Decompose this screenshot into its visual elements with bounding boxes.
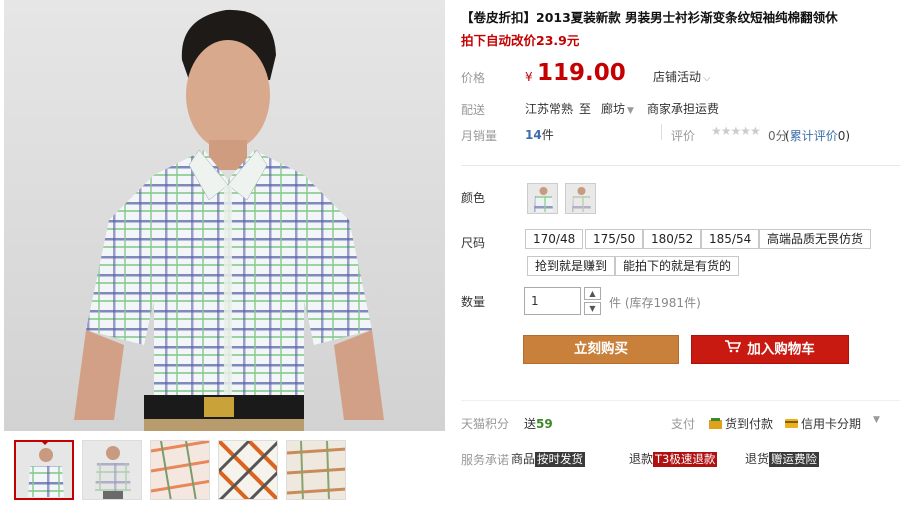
service-tag: T3极速退款	[653, 452, 718, 467]
buy-now-button[interactable]: 立刻购买	[523, 335, 679, 364]
main-product-image[interactable]	[4, 0, 445, 431]
service-prefix: 商品	[511, 452, 536, 466]
more-payment-chevron-icon[interactable]: ▼	[873, 415, 880, 425]
shipping-destination: 廊坊	[601, 102, 626, 116]
quantity-increase-button[interactable]: ▲	[584, 287, 601, 300]
monthly-sales-label: 月销量	[461, 129, 498, 143]
thumbnail-4[interactable]	[218, 440, 278, 500]
quantity-decrease-button[interactable]: ▼	[584, 302, 601, 315]
installment-label: 信用卡分期	[801, 417, 862, 431]
service-tag: 赠运费险	[769, 452, 820, 467]
service-prefix: 退款	[629, 452, 654, 466]
size-option[interactable]: 185/54	[701, 229, 760, 249]
price-currency: ¥	[525, 70, 533, 84]
color-label: 颜色	[461, 191, 486, 205]
quantity-unit: 件	[609, 296, 622, 310]
stock-count: (库存1981件)	[624, 296, 701, 310]
dropdown-arrow-icon: ▼	[627, 106, 634, 116]
thumbnail-3[interactable]	[150, 440, 210, 500]
quantity-label: 数量	[461, 295, 486, 309]
rating-stars-icon: ★★★★★	[711, 124, 761, 138]
size-option[interactable]: 抢到就是赚到	[527, 256, 616, 276]
product-detail-panel: 【卷皮折扣】2013夏装新款 男装男士衬衫渐变条纹短袖纯棉翻领休 拍下自动改价2…	[461, 0, 900, 514]
cod-label: 货到付款	[725, 417, 774, 431]
shipping-label: 配送	[461, 103, 486, 117]
points-label: 天猫积分	[461, 417, 510, 431]
product-gallery	[4, 0, 445, 514]
sales-number: 14	[525, 128, 542, 142]
thumbnail-1[interactable]	[14, 440, 74, 500]
vertical-divider	[661, 124, 662, 140]
shipping-to-word: 至	[579, 102, 592, 116]
store-promotion-label: 店铺活动	[653, 70, 702, 84]
monthly-sales-count: 14件	[525, 126, 554, 143]
size-option[interactable]: 175/50	[585, 229, 644, 249]
chevron-down-icon: ⌵	[703, 73, 711, 84]
points-number: 59	[536, 417, 553, 431]
product-title: 【卷皮折扣】2013夏装新款 男装男士衬衫渐变条纹短袖纯棉翻领休	[461, 10, 838, 25]
service-label: 服务承诺	[461, 453, 510, 467]
review-count-link[interactable]: 累计评价	[790, 129, 838, 143]
rating-label: 评价	[671, 129, 696, 143]
service-item-return: 退货 赠运费险	[745, 450, 820, 467]
sales-unit: 件	[541, 128, 554, 142]
size-label: 尺码	[461, 236, 486, 250]
product-subtitle: 拍下自动改价23.9元	[461, 33, 580, 48]
section-divider	[461, 165, 900, 166]
review-count-close: )	[845, 129, 851, 143]
add-to-cart-label: 加入购物车	[747, 341, 815, 358]
size-option[interactable]: 能拍下的就是有货的	[615, 256, 740, 276]
credit-installment[interactable]: 信用卡分期	[785, 415, 861, 432]
price-value: 119.00	[537, 60, 626, 86]
size-option[interactable]: 高端品质无畏仿货	[759, 229, 872, 249]
thumbnail-2[interactable]	[82, 440, 142, 500]
section-divider	[461, 400, 900, 401]
store-promotion-dropdown[interactable]: 店铺活动 ⌵	[653, 68, 711, 85]
stock-info: 件 (库存1981件)	[609, 294, 701, 311]
color-option-2[interactable]	[565, 183, 596, 214]
credit-card-icon	[785, 418, 798, 429]
shipping-from: 江苏常熟	[525, 102, 574, 116]
shipping-fee: 商家承担运费	[647, 102, 720, 116]
thumbnail-strip	[4, 438, 445, 508]
points-send: 送	[524, 417, 537, 431]
color-option-1[interactable]	[527, 183, 558, 214]
size-option[interactable]: 170/48	[525, 229, 584, 249]
service-prefix: 退货	[745, 452, 770, 466]
size-option[interactable]: 180/52	[643, 229, 702, 249]
service-item-refund: 退款 T3极速退款	[629, 450, 718, 467]
payment-label: 支付	[671, 417, 696, 431]
add-to-cart-button[interactable]: 加入购物车	[691, 335, 849, 364]
service-tag: 按时发货	[535, 452, 586, 467]
price-label: 价格	[461, 71, 486, 85]
review-count: (累计评价0)	[785, 127, 850, 144]
thumbnail-5[interactable]	[286, 440, 346, 500]
cash-on-delivery[interactable]: 货到付款	[709, 415, 773, 432]
quantity-input[interactable]	[524, 287, 581, 315]
shipping-destination-dropdown[interactable]: 廊坊 ▼	[601, 100, 634, 117]
cod-icon	[709, 418, 722, 429]
points-value: 送59	[524, 415, 553, 432]
cart-icon	[725, 336, 742, 363]
service-item-delivery: 商品 按时发货	[511, 450, 586, 467]
